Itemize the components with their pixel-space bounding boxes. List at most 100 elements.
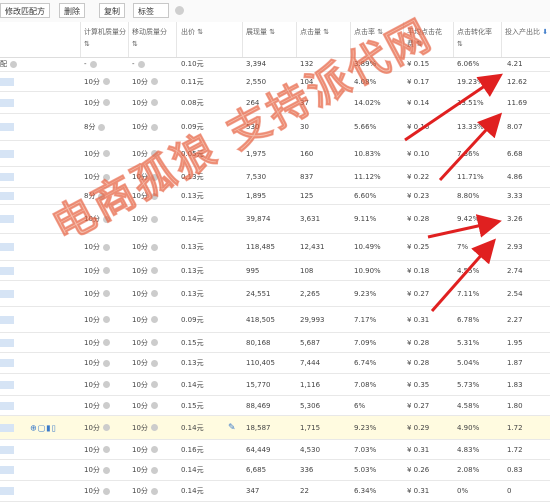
edit-bid-icon[interactable]: ✎ xyxy=(228,423,236,433)
copy-button[interactable]: 复制 xyxy=(99,3,125,18)
info-icon[interactable] xyxy=(102,339,110,346)
sort-icon[interactable]: ⇅ xyxy=(377,28,383,36)
help-icon[interactable] xyxy=(175,6,184,15)
bid-cell[interactable]: 0.14元 xyxy=(181,486,204,496)
info-icon[interactable] xyxy=(102,150,110,157)
bid-cell[interactable]: 0.13元 xyxy=(181,289,204,299)
info-icon[interactable] xyxy=(102,243,110,251)
info-icon[interactable] xyxy=(102,99,110,106)
col-mobile-quality[interactable]: 移动质量分 ⇅ xyxy=(132,26,172,50)
col-bid[interactable]: 出价 ⇅ xyxy=(181,26,203,38)
bid-cell[interactable]: 0.13元 xyxy=(181,191,204,201)
info-icon[interactable] xyxy=(150,99,158,106)
table-row[interactable]: 8分 10分 0.13元 1,895 125 6.60% ¥ 0.23 8.80% 3.33 xyxy=(0,188,550,205)
bid-cell[interactable]: 0.09元 xyxy=(181,315,204,325)
info-icon[interactable] xyxy=(102,446,110,453)
tag-button[interactable]: 标签新 xyxy=(133,3,169,33)
info-icon[interactable] xyxy=(98,192,106,200)
info-icon[interactable] xyxy=(150,123,158,131)
delete-button[interactable]: 删除 xyxy=(59,3,85,18)
info-icon[interactable] xyxy=(150,150,158,157)
table-row[interactable]: 10分 10分 0.14元 6,685 336 5.03% ¥ 0.26 2.08% 0.83 xyxy=(0,460,550,481)
info-icon[interactable] xyxy=(102,78,110,85)
table-row[interactable]: 配 - - 0.10元 3,394 132 3.89% ¥ 0.15 6.06% 4.21 xyxy=(0,57,550,72)
info-icon[interactable] xyxy=(150,173,158,181)
info-icon[interactable] xyxy=(150,446,158,453)
col-avg-cpc[interactable]: 平均点击花费 ⇅ xyxy=(407,26,447,50)
bid-cell[interactable]: 0.08元 xyxy=(181,98,204,108)
bid-cell[interactable]: 0.13元 xyxy=(181,172,204,182)
table-row[interactable]: 10分 10分 0.11元 2,550 104 4.08% ¥ 0.17 19.23% 12.6… xyxy=(0,72,550,92)
info-icon[interactable] xyxy=(102,487,110,495)
info-icon[interactable] xyxy=(102,424,110,431)
table-row[interactable]: 10分 10分 0.09元 418,505 29,993 7.17% ¥ 0.31 6.78%… xyxy=(0,307,550,333)
col-conv-rate[interactable]: 点击转化率 ⇅ xyxy=(457,26,499,50)
table-row[interactable]: 10分 10分 0.14元 347 22 6.34% ¥ 0.31 0% 0 xyxy=(0,481,550,502)
sort-icon[interactable]: ⇅ xyxy=(457,40,463,48)
table-row[interactable]: 10分 10分 0.13元 995 108 10.90% ¥ 0.18 4.55% 2.74 xyxy=(0,261,550,281)
table-row[interactable]: 10分 10分 0.14元 15,770 1,116 7.08% ¥ 0.35 5.73% 1.… xyxy=(0,374,550,396)
col-clicks[interactable]: 点击量 ⇅ xyxy=(300,26,329,38)
table-row[interactable]: 8分 10分 0.09元 530 30 5.66% ¥ 0.16 13.33% 8.07 xyxy=(0,114,550,141)
info-icon[interactable] xyxy=(102,359,110,367)
info-icon[interactable] xyxy=(150,267,158,274)
sort-icon[interactable]: ⇅ xyxy=(323,28,329,36)
info-icon[interactable] xyxy=(102,402,110,409)
info-icon[interactable] xyxy=(150,487,158,495)
sort-desc-icon[interactable]: ⬇ xyxy=(542,28,548,36)
bid-cell[interactable]: 0.10元 xyxy=(181,59,204,69)
info-icon[interactable] xyxy=(150,192,158,200)
info-icon[interactable] xyxy=(150,339,158,346)
sort-icon[interactable]: ⇅ xyxy=(197,28,203,36)
info-icon[interactable] xyxy=(150,215,158,223)
info-icon[interactable] xyxy=(150,424,158,431)
info-icon[interactable] xyxy=(150,402,158,409)
bid-cell[interactable]: 0.14元 xyxy=(181,465,204,475)
bid-cell[interactable]: 0.05元 xyxy=(181,149,204,159)
table-row[interactable]: 10分 10分 0.08元 264 37 14.02% ¥ 0.14 13.51% 11.69 xyxy=(0,92,550,114)
info-icon[interactable] xyxy=(10,60,17,68)
col-impressions[interactable]: 展现量 ⇅ xyxy=(246,26,275,38)
table-row[interactable]: 10分 10分 0.15元 88,469 5,306 6% ¥ 0.27 4.58% 1.80 xyxy=(0,396,550,416)
info-icon[interactable] xyxy=(137,60,145,68)
bid-cell[interactable]: 0.14元 xyxy=(181,380,204,390)
table-row[interactable]: 10分 10分 0.16元 64,449 4,530 7.03% ¥ 0.31 4.83% 1.… xyxy=(0,440,550,460)
info-icon[interactable] xyxy=(98,123,106,131)
bid-cell[interactable]: 0.13元 xyxy=(181,266,204,276)
sort-icon[interactable]: ⇅ xyxy=(132,40,138,48)
info-icon[interactable] xyxy=(150,78,158,85)
table-row[interactable]: 10分 10分 0.05元 1,975 160 10.83% ¥ 0.10 7.36% 6.68 xyxy=(0,141,550,167)
info-icon[interactable] xyxy=(102,215,110,223)
info-icon[interactable] xyxy=(150,316,158,323)
bid-cell[interactable]: 0.11元 xyxy=(181,77,204,87)
bid-cell[interactable]: 0.13元 xyxy=(181,242,204,252)
bid-cell[interactable]: 0.15元 xyxy=(181,401,204,411)
info-icon[interactable] xyxy=(150,359,158,367)
info-icon[interactable] xyxy=(102,290,110,297)
table-row[interactable]: 10分 10分 0.14元 39,874 3,631 9.11% ¥ 0.28 9.42% 3.… xyxy=(0,205,550,234)
table-row[interactable]: 10分 10分 0.13元 7,530 837 11.12% ¥ 0.22 11.71% 4.8… xyxy=(0,167,550,188)
table-row[interactable]: 10分 10分 0.13元 24,551 2,265 9.23% ¥ 0.27 7.11% 2.… xyxy=(0,281,550,307)
bid-cell[interactable]: 0.14元 xyxy=(181,214,204,224)
bid-cell[interactable]: 0.09元 xyxy=(181,122,204,132)
sort-icon[interactable]: ⇅ xyxy=(84,40,90,48)
table-row[interactable]: 10分 10分 0.15元 80,168 5,687 7.09% ¥ 0.28 5.31% 1.… xyxy=(0,333,550,353)
info-icon[interactable] xyxy=(150,381,158,388)
info-icon[interactable] xyxy=(102,173,110,181)
bid-cell[interactable]: 0.15元 xyxy=(181,338,204,348)
col-roi[interactable]: 投入产出比 ⬇ xyxy=(505,26,549,38)
col-pc-quality[interactable]: 计算机质量分 ⇅ xyxy=(84,26,128,50)
modify-match-button[interactable]: 修改匹配方式 xyxy=(0,3,50,31)
col-ctr[interactable]: 点击率 ⇅ xyxy=(354,26,383,38)
row-action-icons[interactable]: ⊕▢▮▯ xyxy=(30,423,57,432)
table-row[interactable]: ⊕▢▮▯ ✎ 10分 10分 0.14元 18,587 1,715 9.23% ¥ 0.29 4.… xyxy=(0,416,550,440)
keyword-cell[interactable]: 配 xyxy=(0,59,17,69)
bid-cell[interactable]: 0.16元 xyxy=(181,445,204,455)
info-icon[interactable] xyxy=(89,60,97,68)
info-icon[interactable] xyxy=(150,466,158,474)
info-icon[interactable] xyxy=(150,290,158,297)
info-icon[interactable] xyxy=(102,466,110,474)
table-row[interactable]: 10分 10分 0.13元 118,485 12,431 10.49% ¥ 0.25 7% 2.… xyxy=(0,234,550,261)
bid-cell[interactable]: 0.14元 xyxy=(181,423,204,433)
table-row[interactable]: 10分 10分 0.13元 110,405 7,444 6.74% ¥ 0.28 5.04% 1… xyxy=(0,353,550,374)
